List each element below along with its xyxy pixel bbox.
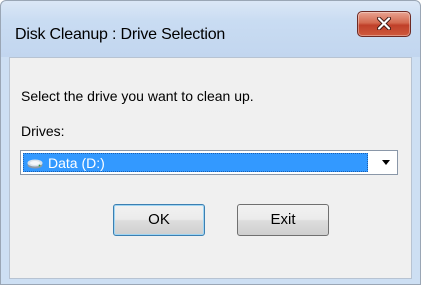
chevron-down-icon[interactable] xyxy=(382,160,390,165)
instruction-text: Select the drive you want to clean up. xyxy=(21,88,254,104)
close-icon xyxy=(377,17,391,30)
window-bottom-border xyxy=(9,279,412,285)
window-title: Disk Cleanup : Drive Selection xyxy=(15,26,226,43)
selected-drive-item[interactable]: Data (D:) xyxy=(23,153,368,172)
exit-button[interactable]: Exit xyxy=(237,204,329,236)
dialog-window: Disk Cleanup : Drive Selection Select th… xyxy=(0,0,421,285)
hard-drive-icon xyxy=(27,159,43,169)
drive-dropdown[interactable]: Data (D:) xyxy=(20,150,398,175)
dialog-body: Select the drive you want to clean up. D… xyxy=(9,57,412,279)
close-button[interactable] xyxy=(357,11,411,37)
title-bar[interactable]: Disk Cleanup : Drive Selection xyxy=(1,1,420,57)
selected-drive-label: Data (D:) xyxy=(48,155,105,171)
drives-label: Drives: xyxy=(21,123,65,139)
ok-button[interactable]: OK xyxy=(113,204,205,236)
